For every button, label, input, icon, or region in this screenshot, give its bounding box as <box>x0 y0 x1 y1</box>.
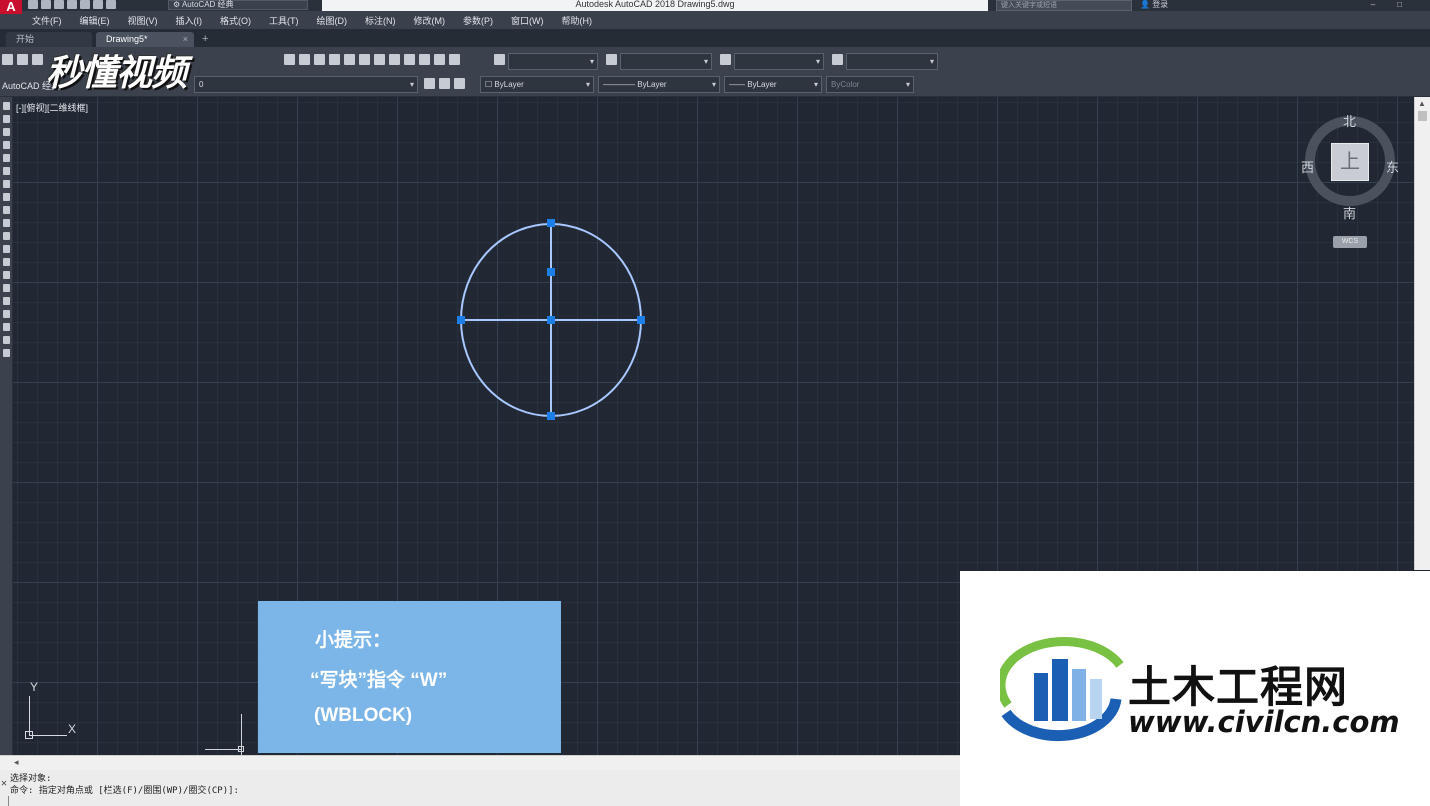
video-watermark: 秒懂视频 <box>46 52 187 93</box>
cursor-pickbox <box>238 746 244 752</box>
ucs-icon: Y X <box>22 680 92 746</box>
ucs-x-label: X <box>68 722 77 736</box>
wcs-menu-button[interactable]: WCS <box>1333 236 1367 248</box>
ucs-origin <box>25 731 33 739</box>
grip-top[interactable] <box>547 219 555 227</box>
compass-west[interactable]: 西 <box>1301 157 1314 176</box>
ucs-y-axis <box>29 696 30 736</box>
view-cube[interactable]: 上 北 南 西 东 WCS <box>1300 108 1410 253</box>
scrollbar-thumb[interactable] <box>1418 111 1427 121</box>
vertical-scrollbar[interactable]: ▲ <box>1414 97 1430 570</box>
compass-north[interactable]: 北 <box>1343 111 1356 130</box>
scroll-up-icon[interactable]: ▲ <box>1418 99 1426 108</box>
site-logo-watermark: 土木工程网 www.civilcn.com <box>960 571 1430 806</box>
grip-mid-upper[interactable] <box>547 268 555 276</box>
grip-bottom[interactable] <box>547 412 555 420</box>
building-logo-icon <box>1000 637 1124 742</box>
tip-command-name: (WBLOCK) <box>314 705 413 726</box>
cursor-crosshair-horizontal <box>205 749 241 750</box>
grip-left[interactable] <box>457 316 465 324</box>
command-close-icon[interactable]: ✕ <box>1 778 7 789</box>
ucs-x-axis <box>29 735 67 736</box>
logo-url-text: www.civilcn.com <box>1128 705 1400 739</box>
grip-right[interactable] <box>637 316 645 324</box>
tip-overlay: 小提示： “写块”指令 “W” (WBLOCK) <box>258 601 561 753</box>
scroll-left-icon[interactable]: ◂ <box>14 757 19 768</box>
top-face[interactable]: 上 <box>1331 143 1369 181</box>
app-menu-button[interactable]: A <box>0 0 22 14</box>
compass-south[interactable]: 南 <box>1343 203 1356 222</box>
compass-east[interactable]: 东 <box>1386 157 1399 176</box>
tip-title: 小提示： <box>315 630 392 651</box>
grip-center[interactable] <box>547 316 555 324</box>
autocad-window: ⚙ AutoCAD 经典 Autodesk AutoCAD 2018 Drawi… <box>0 0 1430 806</box>
tip-command: “写块”指令 “W” <box>310 670 448 691</box>
command-history-line-2: 命令: 指定对角点或 [栏选(F)/圈围(WP)/圈交(CP)]: <box>10 786 239 796</box>
command-input[interactable] <box>8 796 28 806</box>
ucs-y-label: Y <box>30 680 39 694</box>
